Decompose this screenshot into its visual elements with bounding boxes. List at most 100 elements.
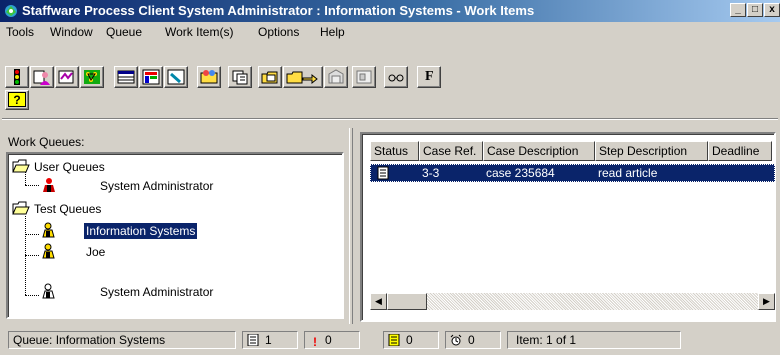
user-outline-icon bbox=[42, 283, 55, 299]
horizontal-scrollbar[interactable]: ◀ ▶ bbox=[370, 293, 775, 310]
procedure-button[interactable] bbox=[80, 66, 104, 88]
check-button[interactable] bbox=[164, 66, 188, 88]
folder-open-icon bbox=[12, 201, 30, 215]
menu-help-label: Help bbox=[320, 25, 345, 39]
toolbar: F ? bbox=[0, 42, 780, 122]
release-item-button[interactable] bbox=[324, 66, 348, 88]
work-queues-label: Work Queues: bbox=[8, 135, 85, 149]
folder-open-icon bbox=[12, 159, 30, 173]
pane-splitter[interactable] bbox=[349, 128, 353, 324]
column-header-status[interactable]: Status bbox=[370, 141, 419, 161]
group-queue-icon bbox=[42, 243, 55, 259]
scroll-left-button[interactable]: ◀ bbox=[370, 293, 387, 310]
menu-window-label: Window bbox=[50, 25, 93, 39]
title-bar: Staffware Process Client System Administ… bbox=[0, 0, 780, 22]
work-queue-icon bbox=[58, 70, 74, 84]
status-urgent-value: 0 bbox=[325, 333, 332, 347]
folder-people-icon bbox=[200, 70, 218, 84]
work-items-list[interactable]: Status Case Ref. Case Description Step D… bbox=[360, 132, 776, 322]
case-item-icon bbox=[356, 70, 372, 84]
status-queue: Queue: Information Systems bbox=[8, 331, 236, 349]
status-urgent-count: ! 0 bbox=[304, 331, 360, 349]
status-deadline-count: 0 bbox=[445, 331, 501, 349]
copy-button[interactable] bbox=[228, 66, 252, 88]
cell-case-description: case 235684 bbox=[486, 166, 555, 180]
column-header-case-ref[interactable]: Case Ref. bbox=[419, 141, 483, 161]
tree-label: Test Queues bbox=[34, 202, 102, 216]
window-title: Staffware Process Client System Administ… bbox=[22, 3, 535, 18]
work-queue-button[interactable] bbox=[55, 66, 79, 88]
forward-item-button[interactable] bbox=[283, 66, 323, 88]
minimize-button[interactable]: _ bbox=[730, 3, 746, 17]
check-icon bbox=[167, 69, 185, 85]
tree-line bbox=[25, 295, 39, 296]
case-item-button[interactable] bbox=[352, 66, 376, 88]
status-items-value: 1 bbox=[265, 333, 272, 347]
menu-queue[interactable]: Queue bbox=[106, 25, 142, 39]
glasses-icon bbox=[388, 74, 404, 82]
forward-item-icon bbox=[286, 71, 318, 85]
cell-step-description: read article bbox=[598, 166, 658, 180]
staffware-app-icon[interactable] bbox=[3, 3, 19, 19]
menu-options[interactable]: Options bbox=[258, 25, 299, 39]
font-button[interactable]: F bbox=[417, 66, 441, 88]
tree-line bbox=[25, 185, 39, 186]
tree-label: System Administrator bbox=[100, 285, 214, 299]
menu-window[interactable]: Window bbox=[50, 25, 93, 39]
menu-help[interactable]: Help bbox=[320, 25, 345, 39]
work-items-rows: 3-3 case 235684 read article bbox=[370, 162, 775, 292]
menu-work-items[interactable]: Work Item(s) bbox=[165, 25, 233, 39]
font-icon: F bbox=[425, 69, 434, 84]
table-icon bbox=[117, 70, 135, 84]
column-header-step-description[interactable]: Step Description bbox=[595, 141, 708, 161]
new-item-icon bbox=[388, 334, 400, 346]
status-items-count: 1 bbox=[242, 331, 298, 349]
tree-line bbox=[25, 234, 39, 235]
table-button[interactable] bbox=[114, 66, 138, 88]
table-row[interactable]: 3-3 case 235684 read article bbox=[370, 164, 775, 182]
traffic-light-icon bbox=[14, 69, 20, 85]
tree-label: User Queues bbox=[34, 160, 105, 174]
column-headers: Status Case Ref. Case Description Step D… bbox=[370, 141, 778, 161]
menu-tools-label: Tools bbox=[6, 25, 35, 39]
cell-case-ref: 3-3 bbox=[422, 166, 440, 180]
tree-label: System Administrator bbox=[100, 179, 214, 193]
work-queues-pane: Work Queues: User Queues System Administ… bbox=[4, 129, 347, 321]
user-icon bbox=[43, 178, 55, 192]
close-button[interactable]: x bbox=[764, 3, 780, 17]
menu-queue-label: Queue bbox=[106, 25, 143, 39]
chart-icon bbox=[142, 69, 160, 85]
work-queues-tree[interactable]: User Queues System Administrator Test Qu… bbox=[6, 152, 344, 319]
menu-options-label: Options bbox=[258, 25, 300, 39]
status-item-position: Item: 1 of 1 bbox=[507, 331, 681, 349]
group-queue-icon bbox=[42, 222, 55, 238]
procedure-icon bbox=[84, 70, 100, 84]
column-header-case-description[interactable]: Case Description bbox=[483, 141, 595, 161]
glasses-button[interactable] bbox=[384, 66, 408, 88]
user-queue-button[interactable] bbox=[30, 66, 54, 88]
status-bar: Queue: Information Systems 1 ! 0 0 0 Item… bbox=[0, 325, 780, 355]
status-new-count: 0 bbox=[383, 331, 439, 349]
work-item-icon bbox=[247, 334, 259, 346]
chart-button[interactable] bbox=[139, 66, 163, 88]
tree-label: Joe bbox=[86, 245, 106, 259]
maximize-button[interactable]: □ bbox=[747, 3, 763, 17]
toolbar-divider bbox=[2, 118, 778, 120]
folder-people-button[interactable] bbox=[197, 66, 221, 88]
scroll-right-button[interactable]: ▶ bbox=[758, 293, 775, 310]
user-queue-icon bbox=[33, 70, 50, 85]
alarm-clock-icon bbox=[450, 334, 462, 346]
copy-icon bbox=[232, 70, 248, 85]
open-item-button[interactable] bbox=[258, 66, 282, 88]
traffic-light-button[interactable] bbox=[5, 66, 29, 88]
status-new-value: 0 bbox=[406, 333, 413, 347]
help-button[interactable]: ? bbox=[5, 90, 29, 110]
menu-tools[interactable]: Tools bbox=[6, 25, 34, 39]
urgent-icon: ! bbox=[313, 335, 317, 349]
tree-line bbox=[25, 255, 39, 256]
scroll-thumb[interactable] bbox=[387, 293, 427, 310]
tree-label: Information Systems bbox=[84, 223, 198, 239]
column-header-deadline[interactable]: Deadline bbox=[708, 141, 772, 161]
help-icon: ? bbox=[8, 92, 26, 107]
open-item-icon bbox=[261, 71, 278, 84]
